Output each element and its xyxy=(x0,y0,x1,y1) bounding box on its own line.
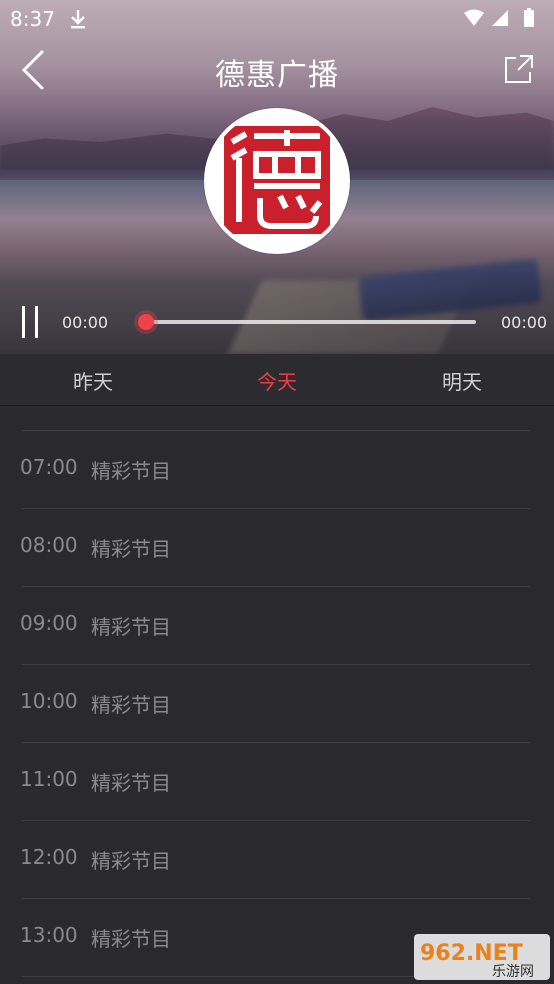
day-tabs: 昨天 今天 明天 xyxy=(0,354,554,406)
schedule-program: 精彩节目 xyxy=(91,537,171,561)
schedule-program: 精彩节目 xyxy=(91,771,171,795)
tab-today[interactable]: 今天 xyxy=(217,366,337,395)
station-logo xyxy=(204,108,350,254)
download-icon xyxy=(71,10,85,29)
schedule-item[interactable]: 12:00 精彩节目 xyxy=(0,821,554,898)
schedule-program: 精彩节目 xyxy=(91,459,171,483)
app-root: 8:37 德惠广播 00:00 00:00 昨天 今天 明天 07:00 精彩节… xyxy=(0,0,554,984)
share-icon[interactable] xyxy=(502,52,536,86)
schedule-program: 精彩节目 xyxy=(91,615,171,639)
tab-tomorrow[interactable]: 明天 xyxy=(402,366,522,395)
station-seal-image xyxy=(224,126,330,234)
schedule-item[interactable]: 08:00 精彩节目 xyxy=(0,509,554,586)
pause-bar-right xyxy=(35,306,38,338)
schedule-time: 12:00 xyxy=(20,845,78,869)
schedule-time: 07:00 xyxy=(20,455,78,479)
tab-yesterday[interactable]: 昨天 xyxy=(33,366,153,395)
schedule-item[interactable]: 07:00 精彩节目 xyxy=(0,431,554,508)
schedule-time: 10:00 xyxy=(20,689,78,713)
watermark-logo: 962.NET 乐游网 xyxy=(414,934,550,980)
schedule-program: 精彩节目 xyxy=(91,927,171,951)
schedule-time: 13:00 xyxy=(20,923,78,947)
schedule-list: 07:00 精彩节目 08:00 精彩节目 09:00 精彩节目 10:00 精… xyxy=(0,406,554,984)
progress-thumb[interactable] xyxy=(138,314,154,330)
schedule-program: 精彩节目 xyxy=(91,693,171,717)
watermark-sub: 乐游网 xyxy=(492,964,534,980)
total-time: 00:00 xyxy=(501,313,548,332)
schedule-time: 08:00 xyxy=(20,533,78,557)
pause-button[interactable] xyxy=(20,306,42,338)
status-bar: 8:37 xyxy=(0,0,554,36)
schedule-time: 11:00 xyxy=(20,767,78,791)
page-title: 德惠广播 xyxy=(215,58,339,93)
status-time: 8:37 xyxy=(10,7,55,31)
schedule-item[interactable]: 10:00 精彩节目 xyxy=(0,665,554,742)
pause-bar-left xyxy=(22,306,25,338)
schedule-program: 精彩节目 xyxy=(91,849,171,873)
schedule-item[interactable]: 11:00 精彩节目 xyxy=(0,743,554,820)
current-time: 00:00 xyxy=(62,313,109,332)
schedule-time: 09:00 xyxy=(20,611,78,635)
progress-track[interactable] xyxy=(146,320,476,324)
watermark-brand: 962.NET xyxy=(420,941,523,966)
signal-battery-icon xyxy=(464,8,534,27)
schedule-item[interactable]: 09:00 精彩节目 xyxy=(0,587,554,664)
